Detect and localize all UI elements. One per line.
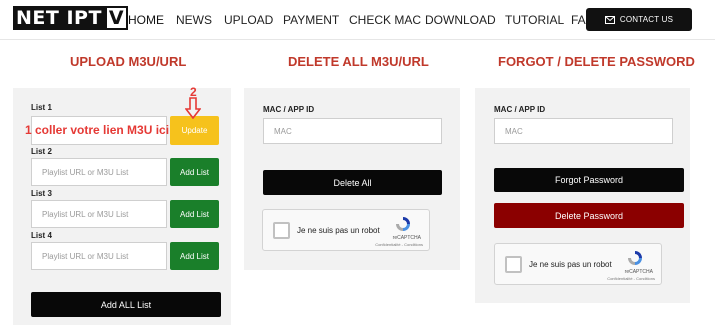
list-2-label: List 2 xyxy=(31,147,52,156)
mail-icon xyxy=(604,15,615,24)
delete-all-button[interactable]: Delete All xyxy=(263,170,442,195)
add-list-4-button[interactable]: Add List xyxy=(170,242,219,270)
nav-payment[interactable]: PAYMENT xyxy=(283,13,339,27)
recaptcha-brand-2: reCAPTCHA xyxy=(624,269,653,275)
forgot-mac-label: MAC / APP ID xyxy=(494,105,546,114)
delete-all-section-title: DELETE ALL M3U/URL xyxy=(288,54,429,69)
list-4-input[interactable]: Playlist URL or M3U List xyxy=(31,242,167,270)
recaptcha-checkbox-2[interactable] xyxy=(505,256,522,273)
forgot-password-button[interactable]: Forgot Password xyxy=(494,168,684,192)
logo-text: NET IPT xyxy=(13,6,105,30)
recaptcha-label-2: Je ne suis pas un robot xyxy=(529,260,612,269)
list-3-input[interactable]: Playlist URL or M3U List xyxy=(31,200,167,228)
nav-upload[interactable]: UPLOAD xyxy=(224,13,273,27)
contact-us-button[interactable]: CONTACT US xyxy=(586,8,692,31)
annotation-paste-link: 1 coller votre lien M3U ici xyxy=(25,123,170,137)
add-list-3-button[interactable]: Add List xyxy=(170,200,219,228)
nav-check-mac[interactable]: CHECK MAC xyxy=(349,13,421,27)
delete-password-button[interactable]: Delete Password xyxy=(494,203,684,228)
list-4-label: List 4 xyxy=(31,231,52,240)
recaptcha-checkbox[interactable] xyxy=(273,222,290,239)
list-2-input[interactable]: Playlist URL or M3U List xyxy=(31,158,167,186)
nav-download[interactable]: DOWNLOAD xyxy=(425,13,496,27)
recaptcha-label: Je ne suis pas un robot xyxy=(297,226,380,235)
arrow-down-icon xyxy=(184,97,202,124)
upload-section-title: UPLOAD M3U/URL xyxy=(70,54,187,69)
site-logo[interactable]: NET IPT V xyxy=(13,6,129,30)
site-header: NET IPT V HOME NEWS UPLOAD PAYMENT CHECK… xyxy=(0,0,715,40)
add-all-list-button[interactable]: Add ALL List xyxy=(31,292,221,317)
list-3-label: List 3 xyxy=(31,189,52,198)
forgot-section-title: FORGOT / DELETE PASSWORD xyxy=(498,54,695,69)
nav-news[interactable]: NEWS xyxy=(176,13,212,27)
recaptcha-widget-2: Je ne suis pas un robot reCAPTCHA Confid… xyxy=(494,243,662,285)
recaptcha-terms[interactable]: Confidentialité - Conditions xyxy=(375,242,423,247)
list-1-label: List 1 xyxy=(31,103,52,112)
contact-us-label: CONTACT US xyxy=(619,15,674,24)
forgot-mac-input[interactable]: MAC xyxy=(494,118,673,144)
delete-mac-input[interactable]: MAC xyxy=(263,118,442,144)
nav-home[interactable]: HOME xyxy=(128,13,164,27)
recaptcha-brand: reCAPTCHA xyxy=(392,235,421,241)
delete-mac-label: MAC / APP ID xyxy=(263,105,315,114)
add-list-2-button[interactable]: Add List xyxy=(170,158,219,186)
nav-tutorial[interactable]: TUTORIAL xyxy=(505,13,564,27)
recaptcha-widget: Je ne suis pas un robot reCAPTCHA Confid… xyxy=(262,209,430,251)
recaptcha-logo-icon xyxy=(395,216,411,237)
recaptcha-logo-icon-2 xyxy=(627,250,643,271)
recaptcha-terms-2[interactable]: Confidentialité - Conditions xyxy=(607,276,655,281)
logo-text-box: V xyxy=(104,6,129,30)
